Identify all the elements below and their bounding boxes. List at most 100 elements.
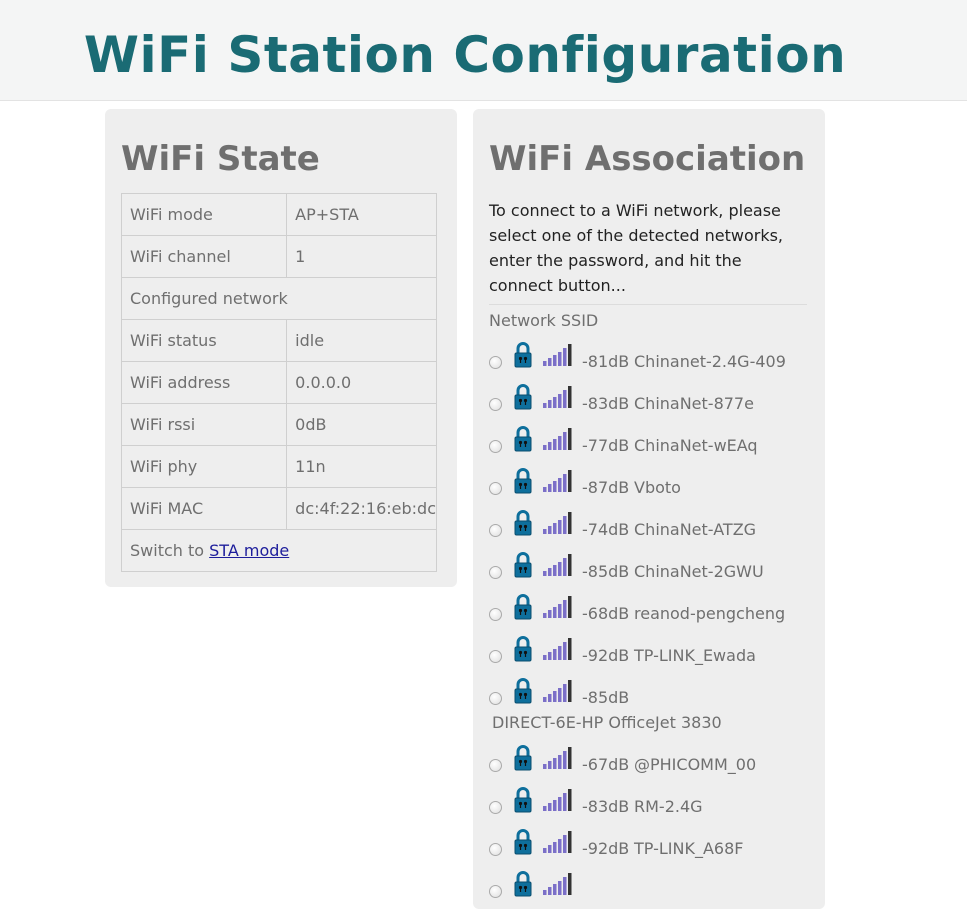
wifi-state-value: dc:4f:22:16:eb:dc (286, 487, 437, 530)
network-rssi: -68dB (582, 604, 630, 623)
wifi-state-label: WiFi address (120, 361, 288, 404)
signal-strength-icon (543, 873, 572, 895)
wifi-state-label: WiFi rssi (120, 403, 288, 446)
lock-icon (514, 426, 532, 452)
signal-strength-icon (543, 344, 572, 366)
network-rssi: -87dB (582, 478, 630, 497)
network-ssid-label: Network SSID (489, 311, 599, 330)
lock-icon (514, 510, 532, 536)
network-radio-button[interactable] (489, 801, 502, 814)
network-radio-button[interactable] (489, 885, 502, 898)
lock-icon (514, 745, 532, 771)
network-item[interactable] (487, 868, 817, 910)
lock-icon (514, 594, 532, 620)
network-ssid: Vboto (634, 478, 681, 497)
network-item[interactable]: -77dB ChinaNet-wEAq (487, 423, 817, 465)
switch-mode-text: Switch to (130, 541, 210, 560)
network-item[interactable]: -67dB @PHICOMM_00 (487, 742, 817, 784)
wifi-state-label: WiFi phy (120, 445, 288, 488)
wifi-state-row: WiFi mode AP+STA (120, 193, 437, 236)
wifi-state-card: WiFi State WiFi mode AP+STA WiFi channel 1 C… (105, 109, 457, 587)
network-item[interactable]: -85dB DIRECT-6E-HP OfficeJet 3830 (487, 675, 817, 742)
network-ssid: RM-2.4G (634, 797, 703, 816)
signal-strength-icon (543, 386, 572, 408)
network-rssi: -81dB (582, 352, 630, 371)
wifi-state-label: WiFi channel (120, 235, 288, 278)
network-radio-button[interactable] (489, 843, 502, 856)
network-item[interactable]: -68dB reanod-pengcheng (487, 591, 817, 633)
lock-icon (514, 829, 532, 855)
network-radio-button[interactable] (489, 398, 502, 411)
signal-strength-icon (543, 554, 572, 576)
association-instructions: To connect to a WiFi network, please sel… (489, 198, 807, 305)
network-item[interactable]: -87dB Vboto (487, 465, 817, 507)
wifi-state-row: WiFi phy 11n (120, 445, 437, 488)
network-radio-button[interactable] (489, 566, 502, 579)
wifi-state-row: Configured network (121, 277, 437, 320)
switch-mode-row: Switch to STA mode (121, 529, 437, 572)
network-item[interactable]: -92dB TP-LINK_Ewada (487, 633, 817, 675)
network-rssi: -85dB (582, 562, 630, 581)
network-radio-button[interactable] (489, 650, 502, 663)
wifi-state-value: idle (286, 319, 437, 362)
wifi-state-label: Configured network (121, 277, 437, 320)
switch-mode-cell: Switch to STA mode (121, 529, 437, 572)
network-item[interactable]: -85dB ChinaNet-2GWU (487, 549, 817, 591)
wifi-state-value: 0dB (286, 403, 437, 446)
wifi-state-heading: WiFi State (121, 139, 320, 179)
network-item[interactable]: -74dB ChinaNet-ATZG (487, 507, 817, 549)
wifi-state-label: WiFi mode (120, 193, 288, 236)
network-item[interactable]: -83dB RM-2.4G (487, 784, 817, 826)
signal-strength-icon (543, 789, 572, 811)
lock-icon (514, 787, 532, 813)
wifi-association-card: WiFi Association To connect to a WiFi ne… (473, 109, 825, 909)
network-ssid: reanod-pengcheng (634, 604, 786, 623)
network-ssid: DIRECT-6E-HP OfficeJet 3830 (492, 713, 722, 732)
network-ssid: Chinanet-2.4G-409 (634, 352, 786, 371)
wifi-association-heading: WiFi Association (489, 139, 806, 179)
network-ssid: TP-LINK_A68F (634, 839, 744, 858)
wifi-state-row: WiFi status idle (120, 319, 437, 362)
network-item[interactable]: -81dB Chinanet-2.4G-409 (487, 339, 817, 381)
wifi-state-row: WiFi rssi 0dB (120, 403, 437, 446)
network-ssid: TP-LINK_Ewada (634, 646, 756, 665)
signal-strength-icon (543, 428, 572, 450)
lock-icon (514, 678, 532, 704)
network-ssid: ChinaNet-877e (634, 394, 754, 413)
lock-icon (514, 468, 532, 494)
network-item[interactable]: -92dB TP-LINK_A68F (487, 826, 817, 868)
network-radio-button[interactable] (489, 759, 502, 772)
sta-mode-link[interactable]: STA mode (209, 541, 289, 560)
wifi-state-row: WiFi MAC dc:4f:22:16:eb:dc (120, 487, 437, 530)
wifi-state-value: AP+STA (286, 193, 437, 236)
network-radio-button[interactable] (489, 692, 502, 705)
network-rssi: -67dB (582, 755, 630, 774)
network-rssi: -85dB (582, 688, 630, 707)
network-rssi: -92dB (582, 839, 630, 858)
wifi-state-label: WiFi status (120, 319, 288, 362)
network-ssid: ChinaNet-ATZG (634, 520, 757, 539)
network-radio-button[interactable] (489, 356, 502, 369)
wifi-state-label: WiFi MAC (120, 487, 288, 530)
network-ssid: ChinaNet-2GWU (634, 562, 764, 581)
signal-strength-icon (543, 470, 572, 492)
wifi-state-value: 11n (286, 445, 437, 488)
network-rssi: -77dB (582, 436, 630, 455)
network-ssid: @PHICOMM_00 (634, 755, 757, 774)
page-header: WiFi Station Configuration (0, 0, 967, 101)
signal-strength-icon (543, 680, 572, 702)
network-list: -81dB Chinanet-2.4G-409 -83dB ChinaNet-877e… (487, 339, 817, 910)
network-radio-button[interactable] (489, 440, 502, 453)
wifi-state-row: WiFi channel 1 (120, 235, 437, 278)
network-radio-button[interactable] (489, 608, 502, 621)
signal-strength-icon (543, 747, 572, 769)
network-rssi: -83dB (582, 394, 630, 413)
network-radio-button[interactable] (489, 482, 502, 495)
network-rssi: -92dB (582, 646, 630, 665)
lock-icon (514, 342, 532, 368)
network-item[interactable]: -83dB ChinaNet-877e (487, 381, 817, 423)
lock-icon (514, 636, 532, 662)
signal-strength-icon (543, 596, 572, 618)
wifi-state-value: 0.0.0.0 (286, 361, 437, 404)
network-radio-button[interactable] (489, 524, 502, 537)
